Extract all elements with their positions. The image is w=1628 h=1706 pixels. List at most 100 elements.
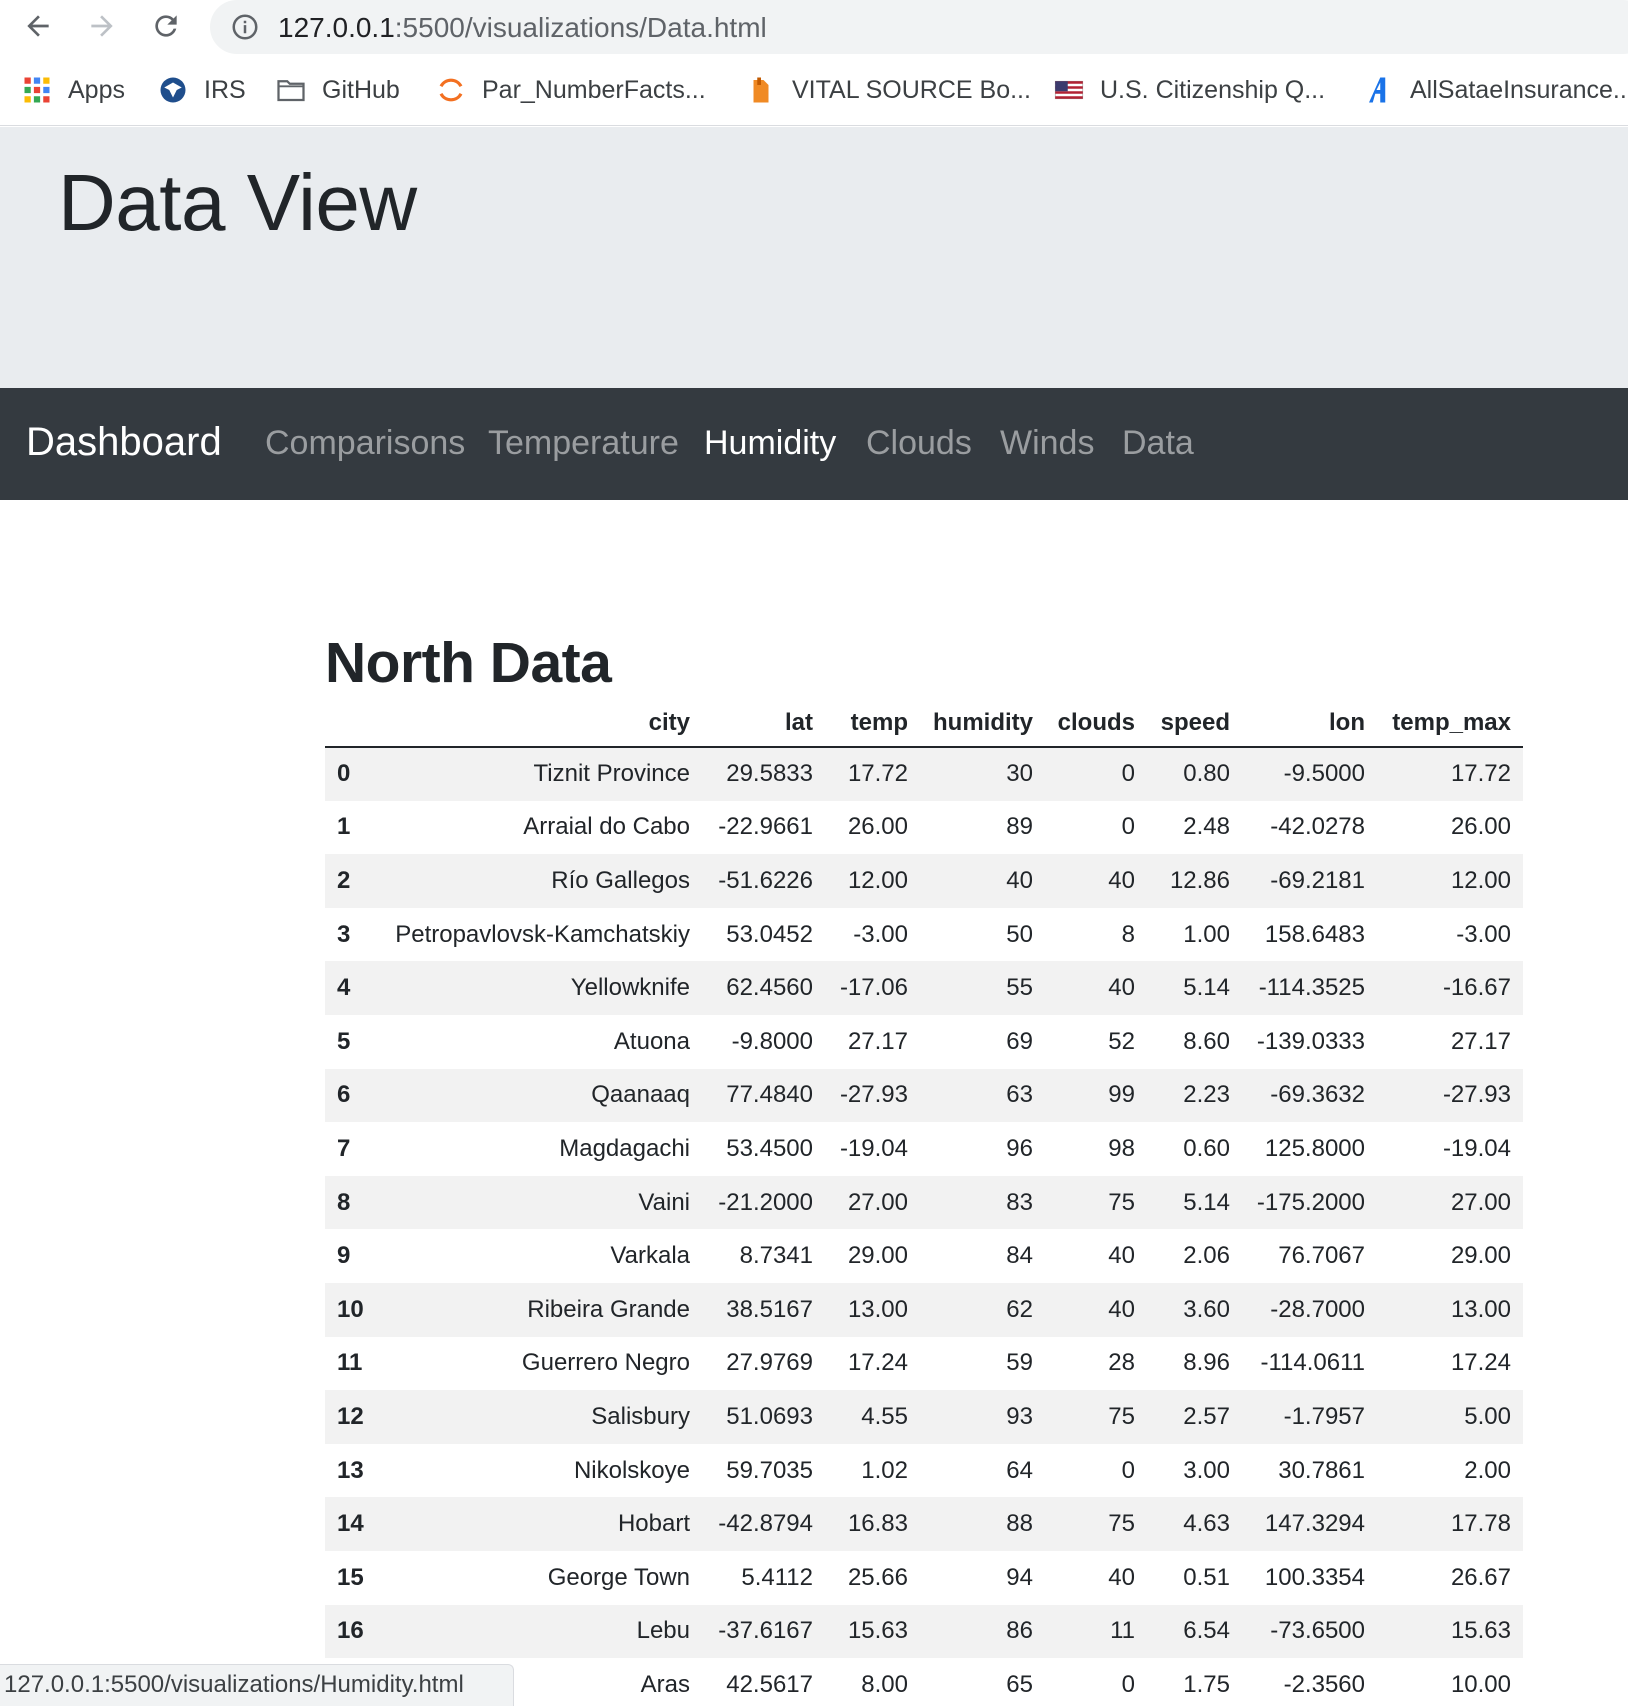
table-cell: 40 xyxy=(1108,866,1135,894)
table-row: 15 George Town 5.4112 25.66 94 40 0.51 100.3354… xyxy=(325,1551,1523,1605)
bookmark-par-numberfacts[interactable]: Par_NumberFacts... xyxy=(436,72,706,108)
table-cell: 1.00 xyxy=(1183,920,1230,948)
table-cell: -1.7957 xyxy=(1283,1402,1365,1430)
column-header: temp_max xyxy=(1377,700,1523,748)
bookmark-label: GitHub xyxy=(322,75,400,104)
table-cell: 38.5167 xyxy=(726,1295,813,1323)
table-cell: 27.17 xyxy=(847,1027,908,1055)
table-cell: 2.57 xyxy=(1183,1402,1230,1430)
nav-link-winds[interactable]: Winds xyxy=(1000,424,1094,463)
table-row: 10 Ribeira Grande 38.5167 13.00 62 40 3.60 -28.… xyxy=(325,1282,1523,1337)
table-cell: George Town xyxy=(547,1563,690,1591)
forward-button[interactable] xyxy=(82,6,122,46)
row-index: 10 xyxy=(337,1295,364,1323)
column-header: city xyxy=(377,700,702,748)
table-cell: 53.4500 xyxy=(726,1134,813,1162)
table-cell: Varkala xyxy=(610,1242,690,1270)
bookmark-us-citizenship[interactable]: U.S. Citizenship Q... xyxy=(1054,72,1325,108)
table-cell: 83 xyxy=(1006,1188,1033,1216)
table-cell: 4.55 xyxy=(861,1402,908,1430)
column-header: speed xyxy=(1147,700,1242,748)
bookmark-github[interactable]: GitHub xyxy=(276,72,400,108)
table-cell: 12.86 xyxy=(1169,866,1230,894)
nav-link-clouds[interactable]: Clouds xyxy=(866,424,972,463)
table-row: 16 Lebu -37.6167 15.63 86 11 6.54 -73.6500 15.63 xyxy=(325,1604,1523,1659)
table-cell: -51.6226 xyxy=(718,866,813,894)
table-cell: -114.0611 xyxy=(1260,1349,1365,1377)
table-row: 11 Guerrero Negro 27.9769 17.24 59 28 8.96 -114… xyxy=(325,1337,1523,1391)
row-index: 14 xyxy=(337,1510,364,1538)
table-cell: 3.00 xyxy=(1183,1456,1230,1484)
table-cell: -9.5000 xyxy=(1283,760,1365,788)
table-cell: 0.51 xyxy=(1183,1563,1230,1591)
navbar-brand[interactable]: Dashboard xyxy=(26,420,222,465)
apps-grid-icon xyxy=(22,75,52,105)
table-cell: Nikolskoye xyxy=(573,1456,690,1484)
column-header: lat xyxy=(702,700,825,748)
table-cell: 2.48 xyxy=(1183,813,1230,841)
north-data-table-wrapper: city lat temp humidity clouds speed lon temp_ma… xyxy=(325,700,1523,1706)
table-cell: -175.2000 xyxy=(1256,1188,1365,1216)
row-index: 0 xyxy=(337,760,351,788)
table-cell: 0 xyxy=(1121,1456,1135,1484)
bookmark-vital-source[interactable]: VITAL SOURCE Bo... xyxy=(746,72,1031,108)
table-cell: 26.67 xyxy=(1450,1563,1511,1591)
table-cell: 0.60 xyxy=(1183,1134,1230,1162)
irs-eagle-icon xyxy=(158,75,188,105)
table-cell: 11 xyxy=(1110,1617,1135,1645)
row-index: 3 xyxy=(337,920,351,948)
table-row: 0 Tiznit Province 29.5833 17.72 30 0 0.80 -9.50… xyxy=(325,747,1523,801)
address-bar[interactable]: 127.0.0.1:5500/visualizations/Data.html xyxy=(210,0,1628,54)
table-cell: Magdagachi xyxy=(559,1134,690,1162)
row-index: 6 xyxy=(337,1081,351,1109)
column-header: lon xyxy=(1242,700,1377,748)
table-cell: 65 xyxy=(1006,1670,1033,1698)
table-cell: 4.63 xyxy=(1183,1510,1230,1538)
row-index: 8 xyxy=(337,1188,351,1216)
table-cell: 1.75 xyxy=(1183,1670,1230,1698)
table-row: 7 Magdagachi 53.4500 -19.04 96 98 0.60 125.8000… xyxy=(325,1122,1523,1176)
reload-icon xyxy=(155,15,177,37)
table-cell: 59 xyxy=(1006,1349,1033,1377)
allstate-a-icon xyxy=(1364,75,1394,105)
table-cell: 8.60 xyxy=(1183,1027,1230,1055)
status-url-bubble: 127.0.0.1:5500/visualizations/Humidity.h… xyxy=(0,1664,514,1706)
table-cell: 99 xyxy=(1108,1081,1135,1109)
table-cell: -69.2181 xyxy=(1270,866,1365,894)
table-row: 1 Arraial do Cabo -22.9661 26.00 89 0 2.48 -42.… xyxy=(325,801,1523,855)
nav-link-data[interactable]: Data xyxy=(1122,424,1194,463)
table-row: 2 Río Gallegos -51.6226 12.00 40 40 12.86 -69.2… xyxy=(325,854,1523,908)
url-text[interactable]: 127.0.0.1:5500/visualizations/Data.html xyxy=(278,12,767,44)
table-cell: 17.24 xyxy=(1450,1349,1511,1377)
table-cell: 63 xyxy=(1006,1081,1033,1109)
table-cell: -2.3560 xyxy=(1283,1670,1365,1698)
table-cell: 93 xyxy=(1006,1402,1033,1430)
table-cell: 42.5617 xyxy=(726,1670,813,1698)
bookmark-allstate[interactable]: AllSataeInsurance... xyxy=(1364,72,1628,108)
nav-link-temperature[interactable]: Temperature xyxy=(488,424,679,463)
url-path: :5500/visualizations/Data.html xyxy=(394,12,767,43)
table-cell: 50 xyxy=(1006,920,1033,948)
back-button[interactable] xyxy=(18,6,58,46)
bookmark-irs[interactable]: IRS xyxy=(158,72,246,108)
info-icon[interactable] xyxy=(230,12,260,42)
table-cell: 75 xyxy=(1108,1510,1135,1538)
table-cell: 96 xyxy=(1006,1134,1033,1162)
table-cell: 17.72 xyxy=(847,760,908,788)
bookmark-apps[interactable]: Apps xyxy=(22,72,125,108)
column-header: humidity xyxy=(920,700,1045,748)
table-cell: 64 xyxy=(1006,1456,1033,1484)
table-cell: 28 xyxy=(1108,1349,1135,1377)
table-cell: Petropavlovsk-Kamchatskiy xyxy=(395,920,690,948)
table-cell: 15.63 xyxy=(847,1617,908,1645)
nav-link-humidity[interactable]: Humidity xyxy=(704,424,836,463)
table-cell: 75 xyxy=(1108,1188,1135,1216)
row-index: 15 xyxy=(337,1563,364,1591)
table-cell: 30.7861 xyxy=(1278,1456,1365,1484)
reload-button[interactable] xyxy=(146,6,186,46)
nav-link-comparisons[interactable]: Comparisons xyxy=(265,424,465,463)
table-cell: Hobart xyxy=(617,1510,690,1538)
table-cell: -21.2000 xyxy=(718,1188,813,1216)
bookmark-label: Par_NumberFacts... xyxy=(482,75,706,104)
table-cell: 0 xyxy=(1121,813,1135,841)
